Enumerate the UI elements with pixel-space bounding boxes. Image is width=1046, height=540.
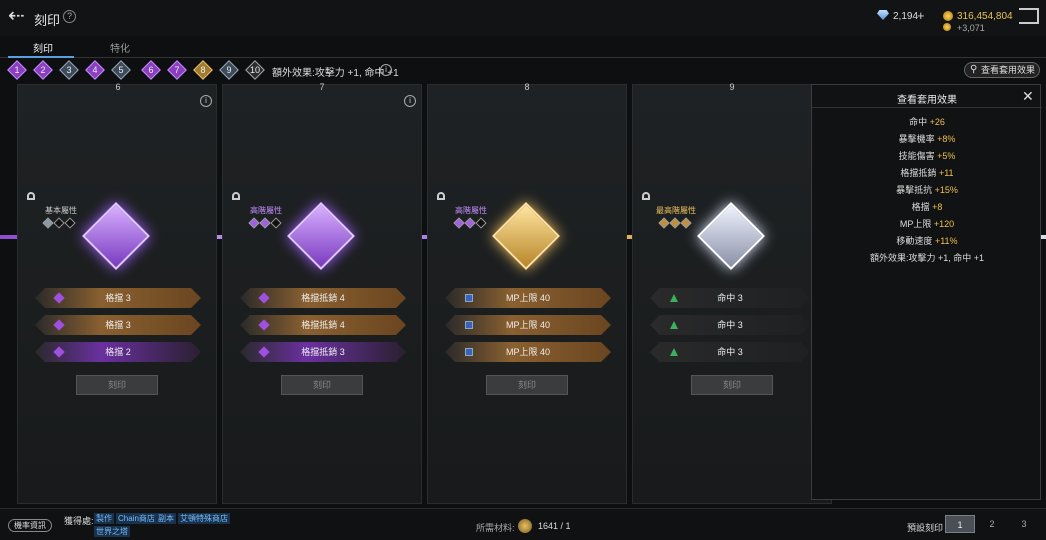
slot-number: 6: [115, 82, 121, 92]
engrave-button[interactable]: 刻印: [76, 375, 158, 395]
info-icon[interactable]: i: [380, 64, 392, 76]
attr-line: 格擋抵銷 3: [240, 342, 406, 362]
effect-row: 命中 +26: [909, 117, 945, 127]
source-link-dungeon[interactable]: 副本: [156, 513, 176, 524]
stage-1[interactable]: 1: [7, 60, 27, 80]
stage-6[interactable]: 6: [141, 60, 161, 80]
stage-3[interactable]: 3: [59, 60, 79, 80]
coin-small-icon: [943, 23, 951, 31]
preset-2-button[interactable]: 2: [977, 515, 1007, 533]
effect-row: 暴擊抵抗 +15%: [896, 185, 958, 195]
tab-engrave[interactable]: 刻印: [33, 40, 53, 55]
attr-line: 命中 3: [650, 315, 810, 335]
add-currency-button[interactable]: +: [917, 8, 925, 23]
slot-number: 9: [729, 82, 735, 92]
attr-line: 格擋 2: [35, 342, 201, 362]
engrave-button[interactable]: 刻印: [691, 375, 773, 395]
material-label: 所需材料:: [476, 523, 515, 533]
rank-dots: [42, 217, 77, 229]
popup-title: 查看套用效果: [897, 95, 957, 106]
applied-effects-popup: 查看套用效果 ✕ 命中 +26 暴擊機率 +8% 技能傷害 +5% 格擋抵銷 +…: [811, 84, 1042, 500]
stage-7[interactable]: 7: [167, 60, 187, 80]
probability-info-button[interactable]: 機率資訊: [8, 519, 52, 532]
attr-line: MP上限 40: [445, 342, 611, 362]
effect-row: 格擋抵銷 +11: [900, 168, 954, 178]
exit-icon[interactable]: [1019, 8, 1039, 24]
tab-specialize[interactable]: 特化: [110, 40, 130, 55]
stage-8[interactable]: 8: [193, 60, 213, 80]
attr-line: MP上限 40: [445, 315, 611, 335]
stage-9[interactable]: 9: [219, 60, 239, 80]
extra-effect-row: 額外效果:攻擊力 +1, 命中 +1: [869, 253, 985, 263]
material-coin-icon: [518, 519, 532, 533]
rank-label: 最高階屬性: [656, 206, 696, 215]
engrave-button[interactable]: 刻印: [486, 375, 568, 395]
diamond-count: 2,194: [893, 11, 919, 22]
gold-coin-icon: [943, 11, 953, 21]
top-bar: ⇠ 刻印 ? 2,194 + 316,454,804 +3,071: [0, 0, 1046, 36]
attr-line: MP上限 40: [445, 288, 611, 308]
rank-dots: [658, 217, 693, 229]
source-label: 獲得處:: [64, 516, 94, 526]
source-link-tower[interactable]: 世界之塔: [94, 526, 130, 537]
lock-icon[interactable]: [27, 192, 35, 200]
bottom-bar: 機率資訊 獲得處: 製作 Chain商店 副本 艾頓特殊商店 世界之塔 所需材料…: [0, 508, 1046, 540]
lock-icon[interactable]: [642, 192, 650, 200]
preset-3-button[interactable]: 3: [1009, 515, 1039, 533]
rank-label: 高階屬性: [250, 206, 282, 215]
back-arrow-icon[interactable]: ⇠: [8, 6, 32, 28]
attr-line: 格擋 3: [35, 315, 201, 335]
rank-dots: [453, 217, 488, 229]
material-value: 1641 / 1: [538, 521, 571, 531]
info-icon[interactable]: i: [200, 95, 212, 107]
preset-label: 預設刻印: [907, 523, 944, 533]
lock-icon[interactable]: [232, 192, 240, 200]
attr-line: 命中 3: [650, 288, 810, 308]
source-link-craft[interactable]: 製作: [94, 513, 114, 524]
diamond-icon: [877, 10, 889, 20]
gold-count: 316,454,804: [957, 11, 1013, 22]
source-link-chain-shop[interactable]: Chain商店: [116, 513, 157, 524]
slot-number: 8: [524, 82, 530, 92]
lock-icon[interactable]: [437, 192, 445, 200]
stage-2[interactable]: 2: [33, 60, 53, 80]
rank-label: 基本屬性: [45, 206, 77, 215]
gold-gain: +3,071: [957, 23, 985, 33]
effect-row: 技能傷害 +5%: [898, 151, 956, 161]
source-link-special-shop[interactable]: 艾頓特殊商店: [178, 513, 230, 524]
view-applied-effects-button[interactable]: 查看套用效果: [964, 62, 1040, 78]
effect-row: 移動速度 +11%: [896, 236, 958, 246]
effect-row: 暴擊機率 +8%: [898, 134, 956, 144]
engrave-button[interactable]: 刻印: [281, 375, 363, 395]
close-icon[interactable]: ✕: [1022, 88, 1034, 105]
tab-bar: 刻印 特化: [0, 36, 1046, 58]
rank-label: 高階屬性: [455, 206, 487, 215]
help-icon[interactable]: ?: [63, 10, 76, 23]
effect-row: 格擋 +8: [911, 202, 943, 212]
attr-line: 格擋抵銷 4: [240, 315, 406, 335]
attr-line: 命中 3: [650, 342, 810, 362]
info-icon[interactable]: i: [404, 95, 416, 107]
preset-1-button[interactable]: 1: [945, 515, 975, 533]
popup-divider: [812, 107, 1042, 108]
page-title: 刻印: [34, 13, 61, 28]
effect-row: MP上限 +120: [899, 219, 955, 229]
stage-4[interactable]: 4: [85, 60, 105, 80]
stage-5[interactable]: 5: [111, 60, 131, 80]
stage-track: 1 2 3 4 5 6 7 8 9 10 額外效果:攻擊力 +1, 命中 +1 …: [0, 58, 1046, 82]
stage-10[interactable]: 10: [245, 60, 265, 80]
rank-dots: [248, 217, 283, 229]
attr-line: 格擋抵銷 4: [240, 288, 406, 308]
attr-line: 格擋 3: [35, 288, 201, 308]
slot-number: 7: [319, 82, 325, 92]
